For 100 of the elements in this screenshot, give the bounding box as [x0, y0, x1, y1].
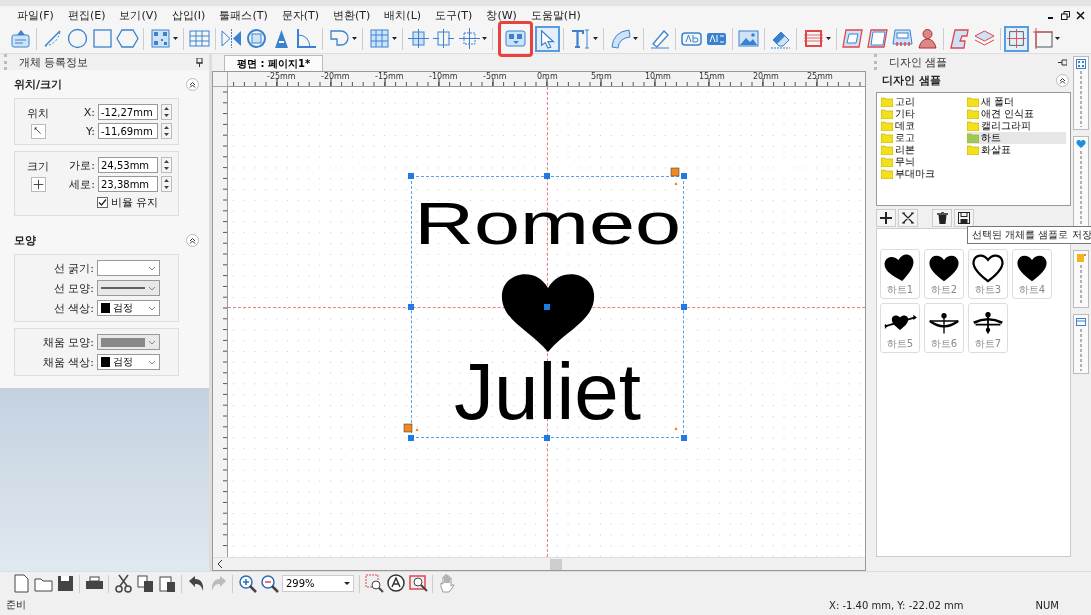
folder-item[interactable]: 화살표 [967, 144, 1066, 156]
ruler-label: -5mm [483, 72, 507, 81]
save-sample-button[interactable] [954, 209, 974, 227]
zoom-area-icon [363, 573, 385, 594]
canvas-text[interactable]: Romeo [414, 194, 681, 254]
folder-item[interactable]: 새 폴더 [967, 96, 1066, 108]
sample-tile[interactable]: 하트6 [924, 303, 964, 353]
fill-style-dropdown[interactable] [97, 334, 160, 350]
fill-sample [101, 337, 145, 347]
menu-item[interactable]: 변환(T) [326, 7, 378, 23]
resize-handle[interactable] [681, 304, 687, 310]
menu-item[interactable]: 툴패스(T) [212, 7, 275, 23]
menu-item[interactable]: 도구(T) [428, 7, 480, 23]
sample-tile[interactable]: 하트5 [880, 303, 920, 353]
close-icon[interactable] [1076, 10, 1085, 20]
resize-handle[interactable] [544, 435, 550, 441]
cut-button[interactable] [112, 572, 134, 595]
zoom-in-button[interactable] [236, 572, 258, 595]
menu-item[interactable]: 보기(V) [112, 7, 165, 23]
line-color-dropdown[interactable]: 검정 [97, 300, 160, 316]
zoom-letter-button[interactable] [385, 572, 407, 595]
menu-item[interactable]: 도움말(H) [523, 7, 588, 23]
folder-item[interactable]: 애견 인식표 [967, 108, 1066, 120]
scroll-left-icon[interactable] [217, 560, 223, 568]
scroll-thumb[interactable] [550, 558, 562, 570]
rotate-handle[interactable] [670, 167, 680, 177]
resize-handle[interactable] [408, 435, 414, 441]
folder-item[interactable]: 하트 [967, 132, 1066, 144]
collapse-button[interactable] [186, 78, 199, 91]
folder-item[interactable]: 기타 [881, 108, 965, 120]
folder-item[interactable]: 고리 [881, 96, 965, 108]
fill-color-label: 채움 색상: [42, 354, 94, 370]
resize-handle[interactable] [408, 304, 414, 310]
spinner-icon [162, 177, 171, 191]
line-width-dropdown[interactable] [97, 260, 160, 276]
figure-tool-icon [916, 27, 939, 50]
menu-item[interactable]: 파일(F) [10, 7, 61, 23]
hexagon-tool-icon [116, 27, 139, 50]
color-swatch [101, 303, 110, 313]
y-field[interactable]: -11,69mm [98, 123, 158, 139]
spin-button[interactable] [161, 176, 172, 192]
chevron-down-icon [148, 359, 156, 365]
sample-tile[interactable]: 하트1 [880, 249, 920, 299]
horizontal-scrollbar[interactable] [213, 557, 865, 570]
restore-icon[interactable] [1061, 10, 1070, 20]
pointer-tool[interactable] [535, 25, 560, 52]
collapse-button[interactable] [186, 234, 199, 247]
rotate-handle[interactable] [403, 423, 413, 433]
spin-button[interactable] [161, 104, 172, 120]
folder-item[interactable]: 부대마크 [881, 168, 965, 180]
resize-handle[interactable] [681, 435, 687, 441]
copy-button[interactable] [134, 572, 156, 595]
trash-button[interactable] [932, 209, 952, 227]
document-tab[interactable]: 평면 : 페이지1* [224, 55, 324, 71]
delete-folder-button[interactable] [898, 209, 918, 227]
pin-icon[interactable] [1058, 58, 1067, 66]
canvas-text[interactable]: Juliet [454, 352, 641, 432]
zoom-dropdown[interactable]: 299% [282, 575, 354, 592]
folder-item[interactable]: 데코 [881, 120, 965, 132]
zoom-area-button[interactable] [363, 572, 385, 595]
crosshair-tool[interactable] [1004, 25, 1029, 52]
menu-item[interactable]: 배치(L) [377, 7, 429, 23]
sample-tile[interactable]: 하트2 [924, 249, 964, 299]
pin-icon[interactable] [196, 57, 203, 67]
frame-tool-icon [866, 27, 889, 50]
zoom-out-button[interactable] [258, 572, 280, 595]
line-style-label: 선 모양: [53, 280, 94, 296]
collapse-button[interactable] [1056, 74, 1069, 87]
x-field[interactable]: -12,27mm [98, 104, 158, 120]
ruler-corner[interactable] [213, 72, 228, 87]
sample-tile[interactable]: 하트3 [968, 249, 1008, 299]
fill-color-dropdown[interactable]: 검정 [97, 354, 160, 370]
menu-item[interactable]: 삽입(I) [164, 7, 213, 23]
center-tool[interactable] [456, 25, 489, 52]
sample-tile[interactable]: 하트4 [1012, 249, 1052, 299]
folder-item[interactable]: 리본 [881, 144, 965, 156]
folder-item[interactable]: 로고 [881, 132, 965, 144]
menu-item[interactable]: 편집(E) [60, 7, 113, 23]
ruler-label: 20mm [753, 72, 779, 81]
chevron-icon [189, 237, 196, 244]
spin-button[interactable] [161, 157, 172, 173]
spin-button[interactable] [161, 123, 172, 139]
menu-item[interactable]: 문자(T) [274, 7, 327, 23]
add-button[interactable] [876, 209, 896, 227]
line-style-dropdown[interactable] [97, 280, 160, 296]
keep-ratio-checkbox[interactable] [96, 197, 108, 208]
resize-handle[interactable] [681, 173, 687, 179]
resize-handle[interactable] [408, 173, 414, 179]
height-field[interactable]: 23,38mm [98, 176, 158, 192]
align-tool-icon [407, 27, 430, 50]
resize-handle[interactable] [544, 173, 550, 179]
folder-item[interactable]: 무늬 [881, 156, 965, 168]
sample-tile[interactable]: 하트7 [968, 303, 1008, 353]
resize-handle[interactable] [544, 304, 550, 310]
border-tool-icon [1031, 27, 1054, 50]
trash-icon [936, 212, 948, 224]
width-field[interactable]: 24,53mm [98, 157, 158, 173]
menu-item[interactable]: 창(W) [479, 7, 524, 23]
folder-item[interactable]: 캘리그라피 [967, 120, 1066, 132]
caret-icon [344, 581, 350, 586]
